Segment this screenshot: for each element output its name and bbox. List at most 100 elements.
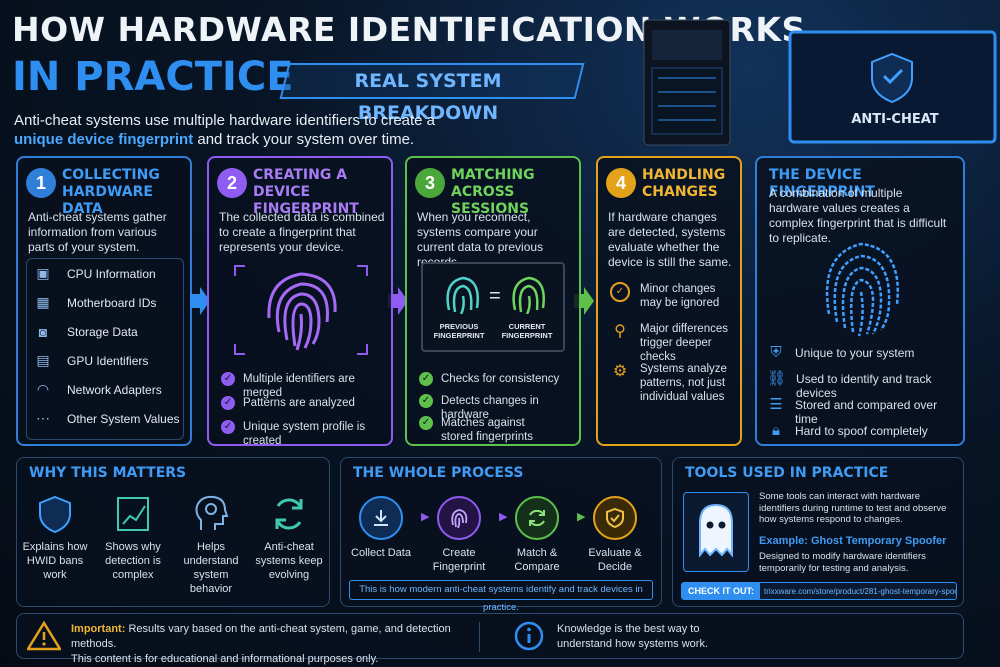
list-item-label: Network Adapters xyxy=(67,382,162,397)
why-item: Anti-cheat systems keep evolving xyxy=(251,494,327,582)
footer-panel: Important: Results vary based on the ant… xyxy=(16,613,964,665)
svg-text:=: = xyxy=(489,285,501,307)
fingerprint-compare-icon: = xyxy=(446,276,545,314)
why-item-label: Shows why detection is complex xyxy=(105,541,161,581)
check-item-label: Unique system profile is created xyxy=(243,421,366,447)
gpu-icon: ▤ xyxy=(36,352,50,368)
why-item-label: Anti-cheat systems keep evolving xyxy=(255,541,323,581)
why-title: WHY THIS MATTERS xyxy=(29,465,187,481)
arrow-right-icon: ▶ xyxy=(421,511,430,523)
page-title-line2: IN PRACTICE xyxy=(12,54,294,100)
tools-title: TOOLS USED IN PRACTICE xyxy=(685,465,889,481)
intro-text: Anti-cheat systems use multiple hardware… xyxy=(14,111,444,149)
check-icon: ✓ xyxy=(610,282,630,302)
fp-item: ⛨ Unique to your system xyxy=(767,344,914,361)
why-item: Helps understand system behavior xyxy=(173,494,249,596)
card-handling-changes: 4 HANDLING CHANGES If hardware changes a… xyxy=(596,156,742,446)
subtitle-tag: REAL SYSTEM BREAKDOWN xyxy=(279,63,585,124)
list-item: ▦ Motherboard IDs xyxy=(27,288,183,317)
fingerprint-icon xyxy=(437,496,481,540)
check-icon: ✓ xyxy=(221,372,235,386)
intro-highlight: unique device fingerprint xyxy=(14,131,194,148)
list-item: ◙ Storage Data xyxy=(27,317,183,346)
motherboard-icon: ▦ xyxy=(36,294,50,310)
list-item-label: GPU Identifiers xyxy=(67,353,149,368)
warning-icon xyxy=(27,621,61,651)
why-item: Explains how HWID bans work xyxy=(17,494,93,582)
change-item-label: Minor changes may be ignored xyxy=(640,283,720,309)
process-step: Collect Data xyxy=(341,496,421,560)
lock-icon: 🔒︎ xyxy=(772,422,780,439)
check-item-label: Matches against stored fingerprints xyxy=(441,417,534,443)
process-title: THE WHOLE PROCESS xyxy=(353,465,524,481)
gear-icon: ⚙ xyxy=(612,363,628,380)
card-device-fingerprint: THE DEVICE FINGERPRINT A combination of … xyxy=(755,156,965,446)
wifi-icon: ◠ xyxy=(36,381,50,397)
card-title-4: HANDLING CHANGES xyxy=(642,167,726,200)
process-step-label: Create Fingerprint xyxy=(432,547,486,573)
change-item: ⚲ Major differences trigger deeper checks xyxy=(610,322,742,364)
list-item-label: Other System Values xyxy=(67,411,180,426)
ghost-icon xyxy=(683,492,749,572)
tools-example-desc: Designed to modify hardware identifiers … xyxy=(759,551,926,574)
database-icon: ☰ xyxy=(769,396,783,413)
download-icon xyxy=(359,496,403,540)
process-step-label: Collect Data xyxy=(351,547,411,559)
info-text: Knowledge is the best way to understand … xyxy=(557,623,709,650)
why-item: Shows why detection is complex xyxy=(95,494,171,582)
card-collecting-data: 1 COLLECTING HARDWARE DATA Anti-cheat sy… xyxy=(16,156,192,446)
list-item: ▣ CPU Information xyxy=(27,259,183,288)
list-item-label: CPU Information xyxy=(67,266,156,281)
monitor-label: ANTI-CHEAT xyxy=(851,112,939,127)
hardware-list: ▣ CPU Information ▦ Motherboard IDs ◙ Stora… xyxy=(26,258,184,440)
magnifier-icon: ⚲ xyxy=(614,323,626,340)
why-this-matters-panel: WHY THIS MATTERS Explains how HWID bans … xyxy=(16,457,330,607)
sync-icon xyxy=(515,496,559,540)
fp-item: 🔒︎ Hard to spoof completely xyxy=(767,422,928,439)
storage-icon: ◙ xyxy=(38,323,48,340)
fp-item: ⛓ Used to identify and track devices xyxy=(767,371,963,400)
process-step: Create Fingerprint xyxy=(419,496,499,574)
change-item-label: Major differences trigger deeper checks xyxy=(640,323,728,363)
check-item: ✓ Patterns are analyzed xyxy=(221,396,355,410)
head-gear-icon xyxy=(195,495,229,530)
card-desc-3: When you reconnect, systems compare your… xyxy=(417,210,544,269)
fp-item: ☰ Stored and compared over time xyxy=(767,396,963,426)
process-step-label: Evaluate & Decide xyxy=(588,547,642,573)
step-number-2: 2 xyxy=(217,168,247,198)
process-note: This is how modern anti-cheat systems id… xyxy=(349,580,653,613)
process-step-label: Match & Compare xyxy=(514,547,560,573)
check-item-label: Checks for consistency xyxy=(441,373,560,385)
change-item-label: Systems analyze patterns, not just indiv… xyxy=(640,363,727,403)
fingerprint-icon xyxy=(234,265,368,355)
step-number-4: 4 xyxy=(606,168,636,198)
arrow-right-icon: ▶ xyxy=(577,511,586,523)
important-text: Results vary based on the anti-cheat sys… xyxy=(71,623,451,650)
fingerprint-icon xyxy=(825,242,899,337)
card-desc-4: If hardware changes are detected, system… xyxy=(608,210,732,269)
whole-process-panel: THE WHOLE PROCESS Collect Data Create Fi… xyxy=(340,457,662,613)
list-item: ◠ Network Adapters xyxy=(27,375,183,404)
check-icon: ✓ xyxy=(419,416,433,430)
fp-item-label: Stored and compared over time xyxy=(795,398,938,426)
step-number-3: 3 xyxy=(415,168,445,198)
card-creating-fingerprint: 2 CREATING A DEVICE FINGERPRINT The coll… xyxy=(207,156,393,447)
refresh-icon xyxy=(275,498,303,530)
list-item-label: Storage Data xyxy=(67,324,138,339)
tools-desc: Some tools can interact with hardware id… xyxy=(759,491,947,525)
shield-icon: ⛨ xyxy=(770,344,782,361)
important-label: Important: xyxy=(71,623,126,635)
arrow-right-icon: ▶ xyxy=(499,511,508,523)
list-item: ▤ GPU Identifiers xyxy=(27,346,183,375)
current-fingerprint-label: CURRENT FINGERPRINT xyxy=(501,322,553,340)
cta-link[interactable]: CHECK IT OUT: trixxware.com/store/produc… xyxy=(681,582,957,600)
check-icon: ✓ xyxy=(419,372,433,386)
chart-icon xyxy=(117,497,149,531)
step-number-1: 1 xyxy=(26,168,56,198)
check-item-label: Patterns are analyzed xyxy=(243,397,355,409)
tools-panel: TOOLS USED IN PRACTICE Some tools can in… xyxy=(672,457,964,607)
card-desc-1: Anti-cheat systems gather information fr… xyxy=(28,210,167,254)
cta-url[interactable]: trixxware.com/store/product/281-ghost-te… xyxy=(760,587,956,596)
check-icon: ✓ xyxy=(221,420,235,434)
intro-part2: and track your system over time. xyxy=(197,131,415,148)
